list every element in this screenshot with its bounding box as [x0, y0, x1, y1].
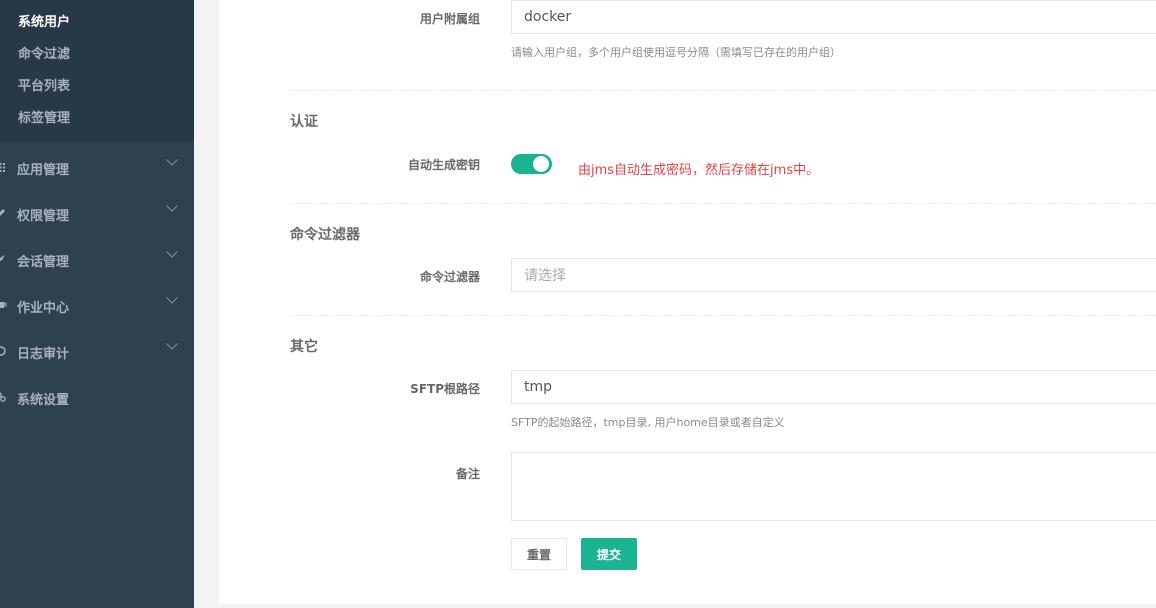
sidebar-item-sessions[interactable]: 会话管理 [0, 236, 194, 282]
submenu-item-system-users[interactable]: 系统用户 [18, 11, 70, 30]
asset-submenu: 系统用户 命令过滤 平台列表 标签管理 [0, 0, 194, 142]
chevron-down-icon [166, 292, 178, 304]
edit-icon [0, 190, 8, 236]
sidebar-item-permissions[interactable]: 权限管理 [0, 190, 194, 236]
sidebar-item-audits[interactable]: 日志审计 [0, 328, 194, 374]
history-icon [0, 328, 8, 374]
user-group-input[interactable]: docker [511, 0, 1156, 34]
chevron-down-icon [166, 200, 178, 212]
user-group-label: 用户附属组 [419, 12, 480, 26]
submenu-item-labels[interactable]: 标签管理 [18, 107, 70, 126]
auto-key-note: 由jms自动生成密码，然后存储在jms中。 [578, 163, 820, 178]
sidebar-item-label: 会话管理 [17, 255, 70, 270]
user-group-help: 请输入用户组，多个用户组使用逗号分隔（需填写已存在的用户组） [511, 46, 841, 59]
chevron-down-icon [166, 338, 178, 350]
user-group-value: docker [524, 9, 572, 25]
panel-bottom-edge [219, 604, 1156, 608]
section-title-other: 其它 [290, 339, 318, 355]
grid-icon [0, 144, 8, 190]
sftp-root-value: tmp [524, 379, 553, 395]
submenu-item-platforms[interactable]: 平台列表 [18, 75, 70, 94]
divider [290, 315, 1156, 316]
sftp-root-help: SFTP的起始路径，tmp目录, 用户home目录或者自定义 [511, 416, 785, 429]
sidebar-item-label: 作业中心 [17, 301, 70, 316]
cmd-filter-placeholder: 请选择 [524, 268, 566, 284]
auto-key-label: 自动生成密钥 [407, 158, 480, 172]
chevron-down-icon [166, 154, 178, 166]
comment-textarea[interactable] [511, 452, 1156, 521]
sftp-root-input[interactable]: tmp [511, 370, 1156, 404]
gears-icon [0, 374, 8, 420]
cmd-filter-select[interactable]: 请选择 [511, 258, 1156, 292]
submenu-item-command-filters[interactable]: 命令过滤 [18, 43, 70, 62]
sidebar-item-label: 日志审计 [17, 347, 70, 362]
sidebar: 系统用户 命令过滤 平台列表 标签管理 应用管理 权限管理 会话管理 作业中心 [0, 0, 194, 608]
section-title-auth: 认证 [290, 114, 318, 130]
toggle-knob [533, 156, 549, 172]
cmd-filter-label: 命令过滤器 [419, 270, 480, 284]
sidebar-item-applications[interactable]: 应用管理 [0, 144, 194, 190]
divider [290, 203, 1156, 204]
sidebar-item-label: 应用管理 [17, 163, 70, 178]
sidebar-item-settings[interactable]: 系统设置 [0, 374, 194, 420]
divider [290, 90, 1156, 91]
auto-key-toggle[interactable] [511, 154, 552, 174]
submit-button[interactable]: 提交 [581, 538, 637, 570]
reset-button[interactable]: 重置 [511, 538, 567, 570]
section-title-cmd-filter: 命令过滤器 [290, 227, 360, 243]
sidebar-item-label: 权限管理 [17, 209, 70, 224]
chevron-down-icon [166, 246, 178, 258]
rocket-icon [0, 236, 8, 282]
sidebar-item-label: 系统设置 [17, 393, 70, 408]
sidebar-item-jobs[interactable]: 作业中心 [0, 282, 194, 328]
sftp-root-label: SFTP根路径 [410, 382, 480, 396]
coffee-icon [0, 282, 8, 328]
comment-label: 备注 [455, 467, 480, 481]
